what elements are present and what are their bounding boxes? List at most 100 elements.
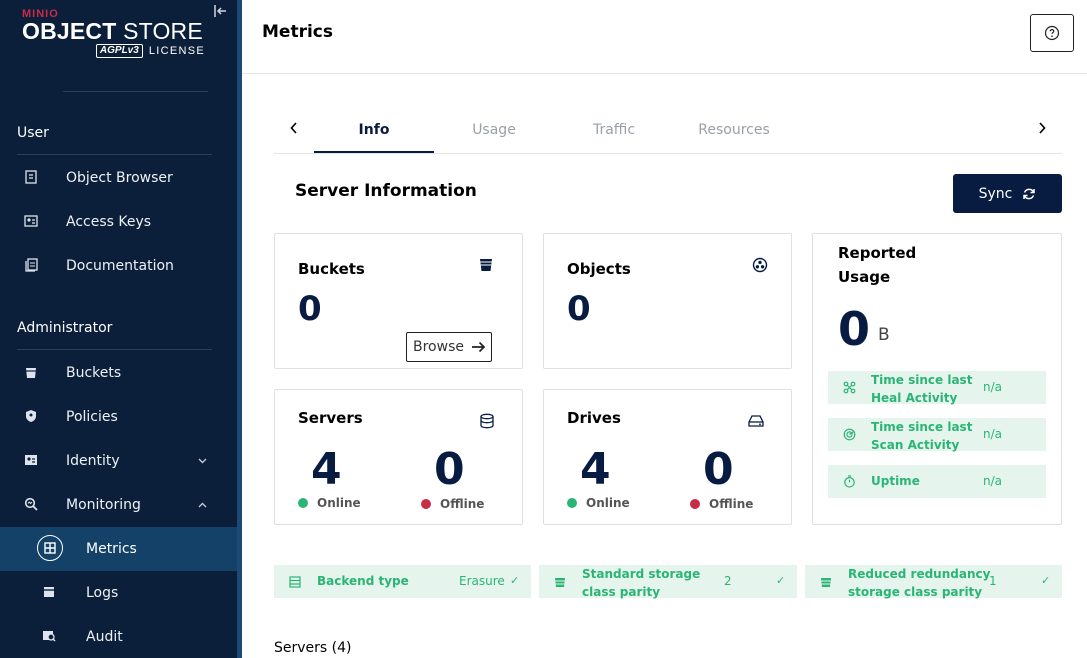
- monitoring-icon: [22, 495, 40, 513]
- standard-parity-badge: Standard storage class parity 2 ✓: [539, 565, 797, 599]
- audit-icon: [40, 627, 58, 645]
- tab-scroll-right-button[interactable]: [1032, 120, 1052, 140]
- reduced-redundancy-value: 1: [989, 574, 997, 588]
- tab-resources[interactable]: Resources: [674, 108, 794, 153]
- servers-online-count: 4: [311, 444, 342, 495]
- sync-button[interactable]: Sync: [953, 174, 1062, 213]
- logo-divider: [63, 91, 208, 92]
- backend-icon: [288, 575, 302, 589]
- section-administrator: Administrator: [17, 320, 113, 336]
- drive-icon: [747, 412, 765, 430]
- sidebar-edge: [237, 0, 242, 658]
- backend-type-value: Erasure: [459, 574, 505, 588]
- sidebar-item-buckets[interactable]: Buckets: [0, 351, 237, 395]
- sidebar-item-label: Identity: [66, 453, 120, 469]
- sidebar-item-documentation[interactable]: Documentation: [0, 244, 237, 288]
- objects-label: Objects: [567, 260, 631, 278]
- chevron-up-icon[interactable]: [198, 500, 207, 511]
- help-button[interactable]: [1030, 14, 1074, 52]
- collapse-sidebar-icon[interactable]: [212, 4, 228, 20]
- sidebar-item-label: Object Browser: [66, 170, 173, 186]
- refresh-icon: [1023, 188, 1036, 199]
- sidebar-item-metrics[interactable]: Metrics: [0, 527, 237, 571]
- heal-icon: [842, 380, 856, 394]
- sidebar-item-object-browser[interactable]: Object Browser: [0, 156, 237, 200]
- bucket-icon: [477, 256, 495, 274]
- sidebar-item-label: Buckets: [66, 365, 122, 381]
- buckets-label: Buckets: [298, 260, 365, 278]
- offline-dot: [421, 499, 431, 509]
- standard-parity-label: Standard storage class parity: [582, 567, 701, 599]
- drives-offline-status: Offline: [690, 497, 753, 511]
- check-icon: ✓: [510, 574, 520, 587]
- page-title: Metrics: [262, 22, 333, 42]
- minio-logo[interactable]: MINIO OBJECT STORE AGPLv3 LICENSE: [22, 8, 217, 70]
- buckets-card: Buckets 0 Browse: [274, 233, 523, 369]
- sync-button-label: Sync: [978, 185, 1013, 202]
- servers-online-status: Online: [298, 496, 361, 510]
- license-label: LICENSE: [148, 45, 205, 57]
- sidebar: MINIO OBJECT STORE AGPLv3 LICENSE User O…: [0, 0, 242, 658]
- backend-type-badge: Backend type Erasure ✓: [274, 565, 531, 598]
- sidebar-item-label: Metrics: [86, 541, 137, 557]
- logo-brand-big: OBJECT STORE: [22, 18, 203, 44]
- sidebar-item-label: Logs: [86, 585, 119, 601]
- check-icon: ✓: [1041, 574, 1051, 587]
- heal-activity-badge: Time since last Heal Activity n/a: [828, 371, 1046, 405]
- browse-button[interactable]: Browse: [406, 332, 492, 362]
- online-dot: [298, 498, 308, 508]
- section-user: User: [17, 125, 49, 141]
- documentation-icon: [22, 256, 40, 274]
- objects-icon: [751, 256, 769, 274]
- sidebar-item-monitoring[interactable]: Monitoring: [0, 483, 237, 527]
- drives-card: Drives 4 0 Online Offline: [543, 389, 792, 525]
- sidebar-item-access-keys[interactable]: Access Keys: [0, 200, 237, 244]
- tab-scroll-left-button[interactable]: [284, 120, 304, 140]
- agpl-badge: AGPLv3: [95, 44, 143, 58]
- scan-activity-value: n/a: [983, 427, 1003, 441]
- metrics-tabs: Info Usage Traffic Resources: [274, 108, 1062, 154]
- help-icon: [1044, 25, 1060, 41]
- arrow-right-icon: [472, 341, 486, 353]
- server-icon: [478, 412, 496, 430]
- sidebar-item-audit[interactable]: Audit: [0, 615, 237, 658]
- chevron-left-icon: [290, 122, 297, 134]
- scan-activity-badge: Time since last Scan Activity n/a: [828, 418, 1046, 452]
- standard-parity-value: 2: [724, 574, 732, 588]
- sidebar-item-identity[interactable]: Identity: [0, 439, 237, 483]
- scan-activity-label: Time since last Scan Activity: [871, 420, 973, 452]
- drives-online-status: Online: [567, 496, 630, 510]
- metrics-icon: [37, 535, 63, 561]
- tab-info[interactable]: Info: [314, 108, 434, 153]
- sidebar-item-label: Audit: [86, 629, 123, 645]
- tab-traffic[interactable]: Traffic: [554, 108, 674, 153]
- buckets-count: 0: [298, 289, 322, 329]
- uptime-badge: Uptime n/a: [828, 465, 1046, 498]
- backend-type-label: Backend type: [317, 574, 409, 588]
- sidebar-item-policies[interactable]: Policies: [0, 395, 237, 439]
- reported-usage-card: Reported Usage 0 B Time since last Heal A…: [812, 233, 1062, 525]
- reduced-redundancy-label: Reduced redundancy storage class parity: [848, 567, 991, 599]
- sidebar-item-logs[interactable]: Logs: [0, 571, 237, 615]
- page-header: Metrics: [242, 0, 1087, 74]
- sidebar-item-label: Policies: [66, 409, 118, 425]
- servers-offline-status: Offline: [421, 497, 484, 511]
- offline-dot: [690, 499, 700, 509]
- chevron-right-icon: [1039, 122, 1046, 134]
- heal-activity-label: Time since last Heal Activity: [871, 373, 973, 405]
- identity-icon: [22, 451, 40, 469]
- section-user-divider: [17, 154, 212, 155]
- browse-button-label: Browse: [413, 339, 464, 355]
- check-icon: ✓: [776, 574, 786, 587]
- storage-parity-icon: [553, 575, 567, 589]
- online-dot: [567, 498, 577, 508]
- sidebar-item-label: Access Keys: [66, 214, 152, 230]
- servers-offline-count: 0: [434, 444, 465, 495]
- tab-usage[interactable]: Usage: [434, 108, 554, 153]
- server-information-title: Server Information: [295, 181, 477, 201]
- chevron-down-icon[interactable]: [198, 456, 207, 467]
- scan-icon: [842, 427, 856, 441]
- drives-offline-count: 0: [703, 444, 734, 495]
- storage-parity-icon: [819, 575, 833, 589]
- reported-usage-value: 0: [838, 302, 871, 356]
